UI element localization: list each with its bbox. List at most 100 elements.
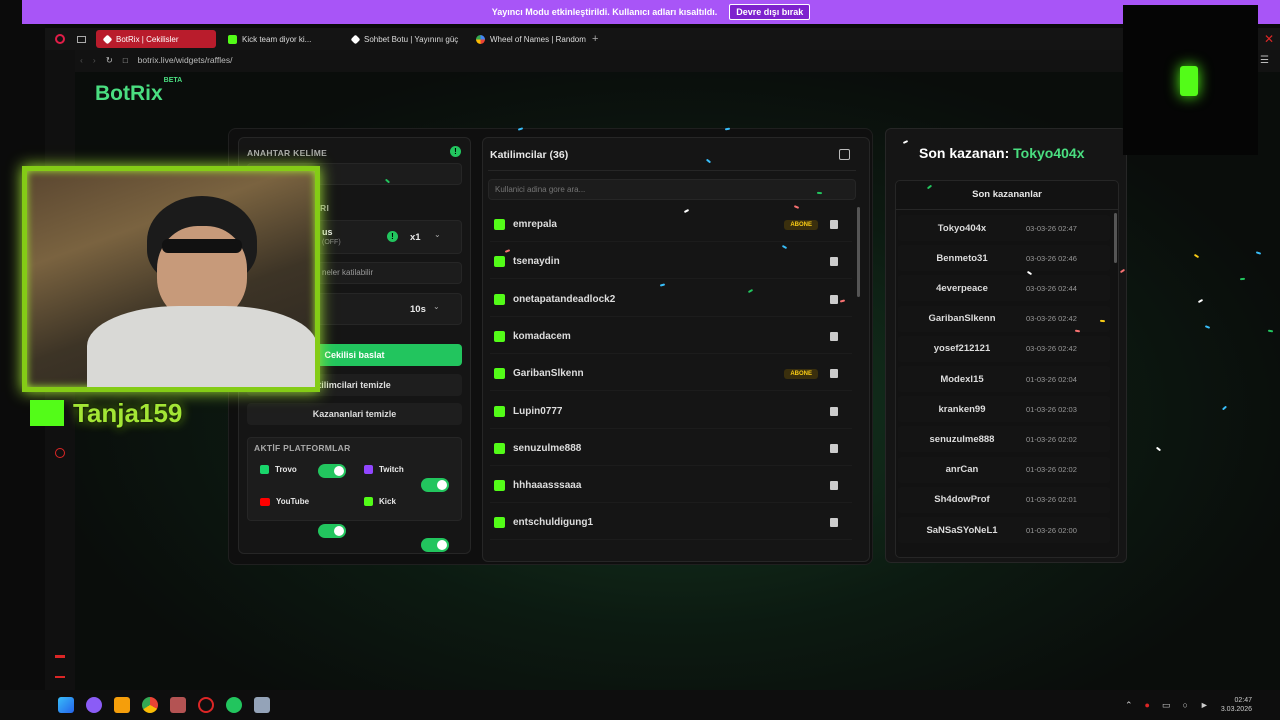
streamer-shirt xyxy=(87,306,315,387)
popout-icon[interactable] xyxy=(839,149,850,160)
delete-icon[interactable] xyxy=(830,481,838,491)
streamer-name: Tanja159 xyxy=(73,398,183,428)
winner-row: 4everpeace 03-03-26 02:44 xyxy=(898,275,1110,302)
winner-row: GaribanSlkenn 03-03-26 02:42 xyxy=(898,305,1110,332)
lock-icon: □ xyxy=(122,55,128,65)
new-tab-icon[interactable]: + xyxy=(592,33,598,45)
delete-icon[interactable] xyxy=(830,220,838,229)
last-winner-name: Tokyo404x xyxy=(1013,145,1085,161)
app-icon[interactable] xyxy=(114,697,130,713)
tab-label: BotRix | Cekilisler xyxy=(116,34,179,44)
kick-icon xyxy=(494,219,505,230)
kick-icon xyxy=(494,517,505,529)
chevron-down-icon[interactable]: ⌄ xyxy=(433,302,440,311)
trovo-toggle[interactable] xyxy=(318,464,346,478)
delete-icon[interactable] xyxy=(830,518,838,528)
kick-icon xyxy=(494,442,505,454)
kick-toggle[interactable] xyxy=(421,538,449,552)
calculator-icon[interactable] xyxy=(254,697,270,713)
participant-name: onetapatandeadlock2 xyxy=(513,293,616,305)
tab-wheel-of-names[interactable]: Wheel of Names | Random xyxy=(468,30,588,48)
settings-icon[interactable] xyxy=(55,448,65,458)
winner-row: yosef212121 03-03-26 02:42 xyxy=(898,335,1110,362)
winner-row: SaNSaSYoNeL1 01-03-26 02:00 xyxy=(898,517,1110,543)
sidebar-menu-icon[interactable] xyxy=(55,676,65,678)
winner-date: 01-03-26 02:03 xyxy=(1026,404,1077,414)
tab-bar: BotRix | Cekilisler Kick team diyor ki..… xyxy=(45,28,1280,50)
kick-icon xyxy=(494,368,505,380)
back-icon[interactable]: ‹ xyxy=(80,55,83,65)
delete-icon[interactable] xyxy=(830,406,838,416)
bonus-state: (OFF) xyxy=(322,239,341,246)
windows-start-icon[interactable] xyxy=(58,697,74,713)
multiplier-select[interactable]: x1 xyxy=(410,232,421,243)
delete-icon[interactable] xyxy=(830,369,838,379)
winner-date: 01-03-26 02:04 xyxy=(1026,374,1077,384)
opera-icon[interactable] xyxy=(198,697,214,713)
winner-name: kranken99 xyxy=(938,403,986,415)
participants-scrollbar[interactable] xyxy=(857,207,860,297)
tab-kick[interactable]: Kick team diyor ki... xyxy=(220,30,340,48)
bonus-info-icon[interactable]: ! xyxy=(387,231,398,242)
delete-icon[interactable] xyxy=(830,294,838,304)
webcam-overlay xyxy=(22,166,320,392)
participant-row: tsenaydin xyxy=(490,245,852,280)
clear-winners-button[interactable]: Kazananlari temizle xyxy=(247,403,462,425)
tab-overview-icon[interactable] xyxy=(77,35,86,43)
winner-name: 4everpeace xyxy=(936,282,988,294)
url-text[interactable]: botrix.live/widgets/raffles/ xyxy=(138,55,233,65)
delete-icon[interactable] xyxy=(830,443,838,453)
participant-name: tsenaydin xyxy=(513,256,560,268)
address-bar[interactable]: ‹ › ↻ □ botrix.live/widgets/raffles/ xyxy=(75,50,1175,70)
botrix-favicon-icon xyxy=(350,34,361,44)
whatsapp-icon[interactable] xyxy=(226,697,242,713)
volume-icon[interactable]: ► xyxy=(1200,700,1209,710)
chevron-down-icon[interactable]: ⌄ xyxy=(434,230,441,239)
winner-date: 03-03-26 02:44 xyxy=(1026,283,1077,293)
botrix-favicon-icon xyxy=(102,34,113,44)
winners-scrollbar[interactable] xyxy=(1114,213,1117,263)
display-icon[interactable]: ▭ xyxy=(1162,700,1171,711)
participant-search-input[interactable] xyxy=(488,179,856,200)
system-tray: ⌃ ● ▭ ○ ► 02:47 3.03.2026 xyxy=(1125,696,1252,714)
youtube-toggle[interactable] xyxy=(318,524,346,538)
winner-name: anrCan xyxy=(945,464,979,476)
sunglasses xyxy=(162,239,242,253)
chrome-icon[interactable] xyxy=(142,697,158,713)
winner-date: 01-03-26 02:01 xyxy=(1026,495,1077,505)
botrix-logo[interactable]: BotRixBETA xyxy=(95,77,182,106)
winner-date: 03-03-26 02:47 xyxy=(1026,223,1077,233)
app-icon[interactable] xyxy=(86,697,102,713)
tab-chatbot[interactable]: Sohbet Botu | Yayınını güç xyxy=(344,30,464,48)
tray-chevron-icon[interactable]: ⌃ xyxy=(1125,700,1133,711)
browser-menu-icon[interactable]: ☰ xyxy=(1260,55,1269,66)
timer-select[interactable]: 10s xyxy=(410,304,426,315)
network-icon[interactable]: ○ xyxy=(1182,700,1187,710)
microphone-icon[interactable]: ● xyxy=(1145,700,1150,710)
confetti-piece xyxy=(1239,277,1246,281)
platform-label: Twitch xyxy=(379,465,404,474)
forward-icon[interactable]: › xyxy=(93,55,96,65)
beta-badge: BETA xyxy=(163,77,183,84)
kick-icon xyxy=(494,405,505,417)
close-icon[interactable]: ✕ xyxy=(1264,32,1274,46)
kick-logo-icon xyxy=(1180,66,1198,96)
delete-icon[interactable] xyxy=(830,257,838,267)
reload-icon[interactable]: ↻ xyxy=(106,55,113,66)
app-icon[interactable] xyxy=(170,697,186,713)
confetti-piece xyxy=(1099,319,1106,323)
clock[interactable]: 02:47 3.03.2026 xyxy=(1221,696,1252,714)
taskbar: ⌃ ● ▭ ○ ► 02:47 3.03.2026 xyxy=(0,690,1280,720)
sidebar-more-icon[interactable] xyxy=(55,655,65,658)
info-icon[interactable]: ! xyxy=(450,146,461,157)
tab-botrix[interactable]: BotRix | Cekilisler xyxy=(96,30,216,48)
delete-icon[interactable] xyxy=(830,331,838,341)
winner-name: GaribanSlkenn xyxy=(928,313,996,325)
winner-date: 03-03-26 02:46 xyxy=(1026,253,1077,263)
opera-logo-icon[interactable] xyxy=(55,34,65,44)
platforms-label: AKTİF PLATFORMLAR xyxy=(254,443,351,453)
tab-label: Sohbet Botu | Yayınını güç xyxy=(364,34,459,44)
kick-favicon-icon xyxy=(228,34,237,44)
twitch-toggle[interactable] xyxy=(421,478,449,492)
disable-streamer-mode-button[interactable]: Devre dışı bırak xyxy=(729,4,811,20)
